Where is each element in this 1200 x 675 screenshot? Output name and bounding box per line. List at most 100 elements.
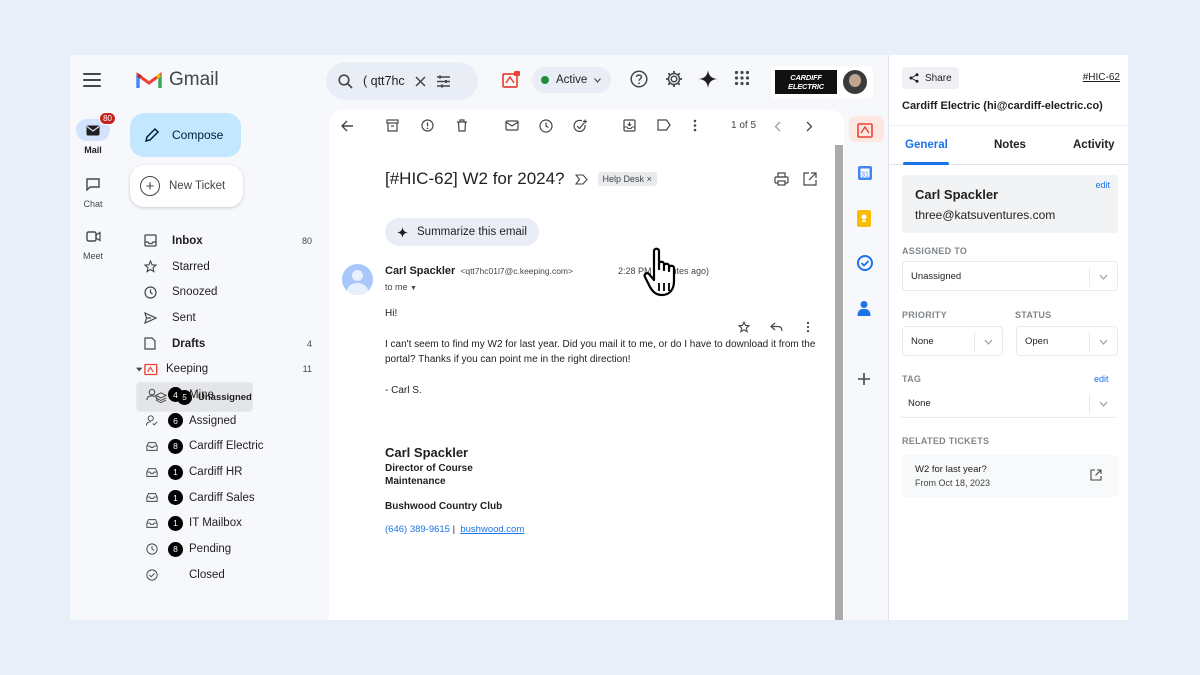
mark-unread-icon[interactable]: [505, 119, 519, 131]
label-tag-icon[interactable]: [657, 119, 671, 131]
keep-notes-addon-icon[interactable]: [857, 210, 871, 227]
remove-label-icon[interactable]: ×: [647, 174, 652, 184]
report-spam-icon[interactable]: [421, 119, 434, 132]
view-count-badge: 1: [168, 464, 183, 480]
open-external-icon[interactable]: [1090, 469, 1102, 481]
mailbox-icon: [146, 493, 158, 503]
tab-notes[interactable]: Notes: [994, 139, 1026, 151]
status-dropdown[interactable]: Active: [532, 67, 611, 93]
share-label: Share: [925, 72, 952, 84]
account-switcher[interactable]: CARDIFF ELECTRIC: [771, 66, 873, 98]
mailbox-icon: [146, 467, 158, 477]
folder-snoozed[interactable]: Snoozed: [136, 279, 318, 305]
apps-grid-icon[interactable]: [734, 70, 750, 86]
status-select[interactable]: Open: [1016, 326, 1118, 356]
contacts-addon-icon[interactable]: [857, 300, 871, 316]
sender-address: <qtt7hc01l7@c.keeping.com>: [460, 266, 573, 276]
contact-edit-link[interactable]: edit: [1095, 180, 1110, 190]
settings-gear-icon[interactable]: [665, 70, 683, 88]
signature-website-link[interactable]: bushwood.com: [460, 524, 524, 535]
share-button[interactable]: Share: [902, 67, 959, 89]
mail-icon: [86, 125, 100, 135]
view-name: Cardiff Sales: [189, 491, 255, 504]
chevron-right-icon[interactable]: [806, 121, 813, 132]
print-icon[interactable]: [774, 172, 789, 186]
user-avatar[interactable]: [843, 70, 867, 94]
assigned-to-select[interactable]: Unassigned: [902, 261, 1118, 291]
more-vertical-icon[interactable]: [693, 119, 697, 132]
gmail-logo[interactable]: Gmail: [136, 69, 219, 91]
keeping-view-mine[interactable]: 4 Mine: [136, 382, 318, 408]
priority-select[interactable]: None: [902, 326, 1003, 356]
rail-item-mail[interactable]: 80 Mail: [70, 112, 116, 155]
keeping-addon-icon[interactable]: [857, 121, 875, 138]
summarize-email-button[interactable]: Summarize this email: [385, 218, 539, 246]
new-ticket-label: New Ticket: [169, 180, 226, 192]
related-ticket-card[interactable]: W2 for last year? From Oct 18, 2023: [902, 455, 1118, 497]
keeping-toolbar-logo[interactable]: [502, 71, 520, 93]
expand-caret-icon[interactable]: [136, 366, 143, 373]
add-task-icon[interactable]: [573, 119, 588, 133]
back-arrow-icon[interactable]: [341, 120, 354, 132]
chevron-down-icon: [984, 339, 993, 345]
folder-count: 80: [301, 235, 312, 246]
help-icon[interactable]: [630, 70, 648, 88]
tab-activity[interactable]: Activity: [1073, 139, 1115, 151]
open-in-new-window-icon[interactable]: [803, 172, 817, 186]
keeping-view-cardiff-electric[interactable]: 8 Cardiff Electric: [136, 434, 318, 460]
rail-item-meet[interactable]: Meet: [70, 225, 116, 261]
folder-keeping[interactable]: Keeping 11: [136, 356, 318, 382]
body-greeting: Hi!: [385, 308, 398, 319]
search-options-icon[interactable]: [436, 75, 451, 88]
chevron-down-icon: [1099, 401, 1108, 407]
keeping-view-assigned[interactable]: 6 Assigned: [136, 408, 318, 434]
folder-list: Inbox 80 Starred Snoozed Sent Drafts 4 K…: [136, 228, 318, 588]
sender-line: Carl Spackler <qtt7hc01l7@c.keeping.com>: [385, 265, 573, 277]
move-to-icon[interactable]: [623, 119, 636, 132]
compose-button[interactable]: Compose: [130, 113, 241, 157]
trash-icon[interactable]: [456, 119, 468, 132]
svg-text:31: 31: [861, 172, 869, 179]
app-rail: 80 Mail Chat Meet: [70, 55, 116, 620]
video-camera-icon: [85, 230, 101, 242]
new-ticket-button[interactable]: + New Ticket: [130, 165, 243, 207]
search-input[interactable]: ( qtt7hc: [363, 74, 405, 88]
gemini-sparkle-icon[interactable]: [699, 70, 717, 88]
folder-drafts[interactable]: Drafts 4: [136, 331, 318, 357]
keeping-view-cardiff-hr[interactable]: 1 Cardiff HR: [136, 459, 318, 485]
archive-icon[interactable]: [386, 119, 399, 132]
signature-phone-link[interactable]: (646) 389-9615: [385, 524, 450, 535]
main-menu-icon[interactable]: [83, 73, 101, 87]
tag-select[interactable]: None: [899, 388, 1118, 418]
mail-unread-badge: 80: [99, 112, 116, 125]
chevron-down-icon: [1099, 274, 1108, 280]
folder-inbox[interactable]: Inbox 80: [136, 228, 318, 254]
ticket-id-link[interactable]: #HIC-62: [1083, 72, 1120, 83]
keeping-view-pending[interactable]: 8 Pending: [136, 536, 318, 562]
sender-name[interactable]: Carl Spackler: [385, 265, 455, 277]
snooze-clock-icon[interactable]: [539, 119, 553, 133]
recipient-details-toggle[interactable]: to me ▼: [385, 282, 417, 292]
tasks-addon-icon[interactable]: [857, 255, 873, 271]
clear-search-icon[interactable]: [415, 75, 426, 87]
tag-edit-link[interactable]: edit: [1094, 374, 1109, 384]
label-chip-help-desk[interactable]: Help Desk ×: [597, 172, 657, 186]
keeping-view-closed[interactable]: Closed: [136, 562, 318, 588]
email-scrollbar[interactable]: [835, 145, 843, 620]
sparkle-icon: [397, 226, 408, 238]
rail-item-chat[interactable]: Chat: [70, 173, 116, 209]
folder-sent[interactable]: Sent: [136, 305, 318, 331]
importance-marker-icon[interactable]: [574, 173, 588, 185]
folder-starred[interactable]: Starred: [136, 254, 318, 280]
chevron-left-icon[interactable]: [774, 121, 781, 132]
email-body: Hi! I can't seem to find my W2 for last …: [385, 306, 825, 414]
sender-avatar[interactable]: [342, 264, 373, 295]
calendar-addon-icon[interactable]: 31: [857, 165, 873, 181]
addon-rail: 31: [845, 110, 888, 620]
keeping-view-it-mailbox[interactable]: 1 IT Mailbox: [136, 511, 318, 537]
keeping-view-cardiff-sales[interactable]: 1 Cardiff Sales: [136, 485, 318, 511]
search-bar[interactable]: ( qtt7hc: [326, 62, 478, 100]
tab-general[interactable]: General: [905, 139, 948, 151]
add-addon-plus-icon[interactable]: [857, 372, 871, 386]
view-count-badge: 1: [168, 490, 183, 506]
